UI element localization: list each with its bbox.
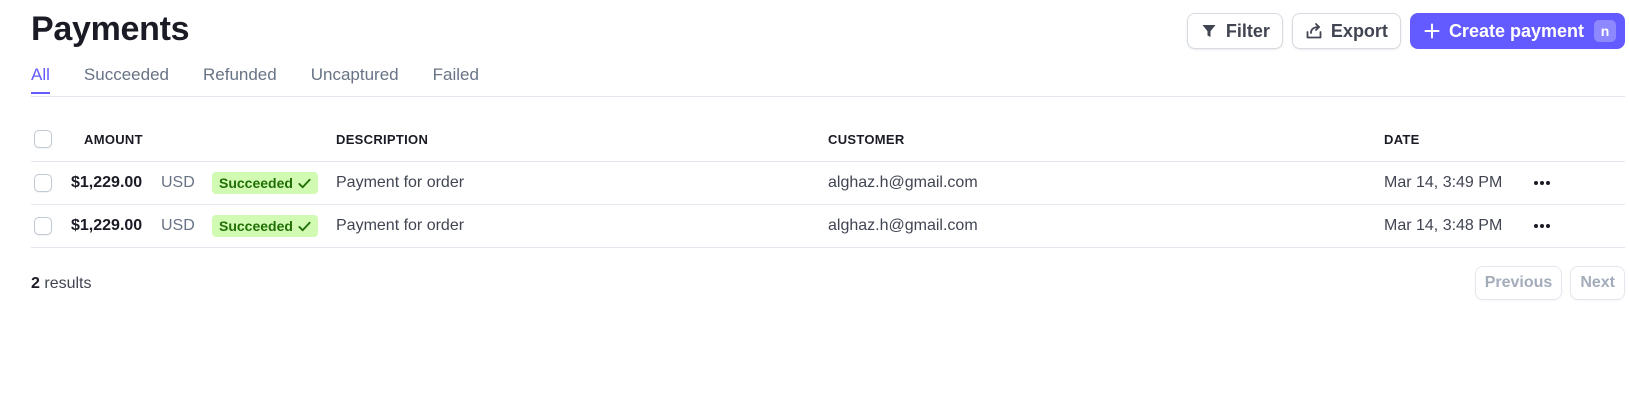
tab-all[interactable]: All [31, 65, 50, 94]
checkmark-icon [298, 178, 311, 188]
export-icon [1305, 22, 1323, 40]
payment-description: Payment for order [336, 174, 465, 191]
create-payment-button[interactable]: Create payment n [1409, 13, 1625, 49]
tab-refunded[interactable]: Refunded [203, 65, 277, 94]
tabs-divider [31, 96, 1625, 97]
plus-icon [1423, 22, 1441, 40]
table-header-row: AMOUNT DESCRIPTION CUSTOMER DATE [31, 117, 1625, 162]
row-checkbox[interactable] [34, 174, 52, 192]
more-horizontal-icon[interactable] [1531, 215, 1553, 237]
row-checkbox[interactable] [34, 217, 52, 235]
results-label: results [44, 275, 92, 292]
export-label: Export [1330, 20, 1388, 41]
status-badge: Succeeded [212, 172, 318, 194]
column-header-amount[interactable]: AMOUNT [84, 132, 143, 147]
keyboard-shortcut-badge: n [1594, 20, 1616, 42]
results-count: 2 results [31, 275, 91, 293]
results-number: 2 [31, 275, 40, 292]
column-header-description: DESCRIPTION [336, 131, 429, 147]
next-button[interactable]: Next [1570, 266, 1625, 300]
payment-description: Payment for order [336, 217, 465, 234]
customer-email[interactable]: alghaz.h@gmail.com [828, 217, 978, 235]
toolbar: Filter Export Create payment n [1186, 13, 1625, 49]
customer-email[interactable]: alghaz.h@gmail.com [828, 174, 978, 192]
payment-date: Mar 14, 3:48 PM [1384, 217, 1503, 234]
previous-button[interactable]: Previous [1474, 266, 1563, 300]
column-header-date[interactable]: DATE [1384, 132, 1420, 147]
tab-succeeded[interactable]: Succeeded [84, 65, 169, 94]
payment-amount: $1,229.00 [71, 174, 143, 191]
status-label: Succeeded [219, 218, 293, 234]
pagination: Previous Next [1474, 266, 1625, 300]
filter-label: Filter [1225, 20, 1270, 41]
table-row[interactable]: $1,229.00 USD Succeeded Payment for orde… [31, 162, 1625, 205]
tab-uncaptured[interactable]: Uncaptured [311, 65, 399, 94]
create-payment-label: Create payment [1448, 20, 1584, 41]
table-row[interactable]: $1,229.00 USD Succeeded Payment for orde… [31, 205, 1625, 248]
payments-table: AMOUNT DESCRIPTION CUSTOMER DATE $1,229.… [31, 117, 1625, 248]
export-button[interactable]: Export [1291, 13, 1401, 49]
status-label: Succeeded [219, 175, 293, 191]
checkmark-icon [298, 221, 311, 231]
tab-failed[interactable]: Failed [433, 65, 479, 94]
payment-date: Mar 14, 3:49 PM [1384, 174, 1503, 191]
filter-button[interactable]: Filter [1186, 13, 1283, 49]
status-badge: Succeeded [212, 215, 318, 237]
select-all-checkbox[interactable] [34, 130, 52, 148]
more-horizontal-icon[interactable] [1531, 172, 1553, 194]
payment-amount: $1,229.00 [71, 217, 143, 234]
filter-icon [1200, 22, 1218, 40]
page-title: Payments [31, 10, 190, 48]
status-tabs: All Succeeded Refunded Uncaptured Failed [31, 65, 479, 94]
payment-currency: USD [161, 217, 195, 234]
payment-currency: USD [161, 174, 195, 191]
column-header-customer: CUSTOMER [828, 131, 905, 147]
